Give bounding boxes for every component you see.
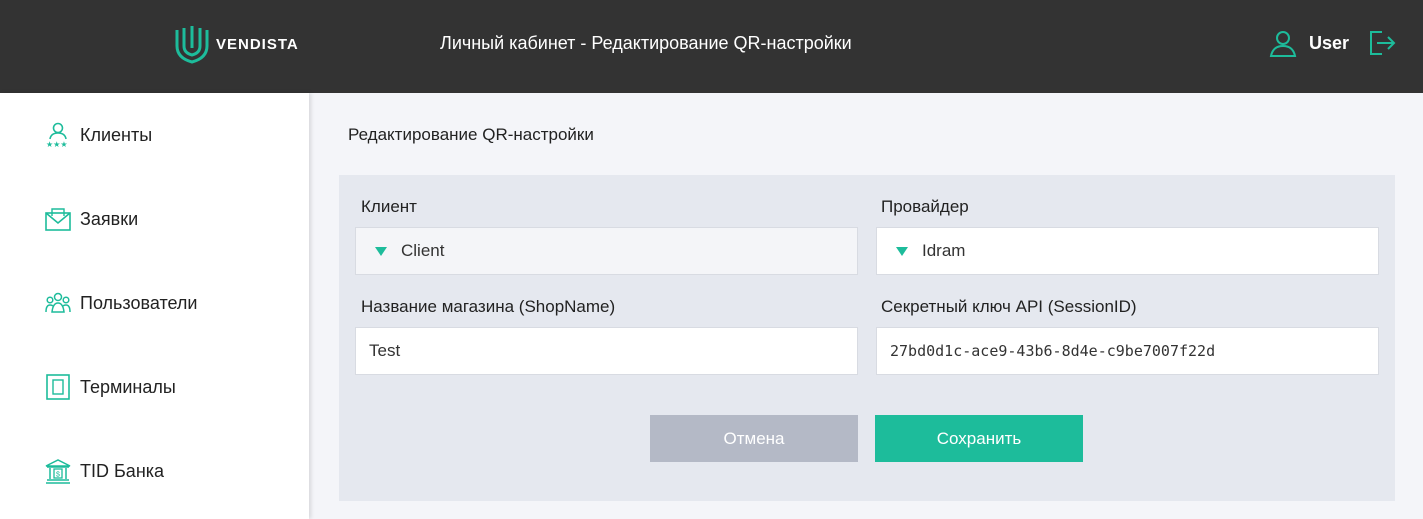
terminal-icon — [46, 374, 70, 400]
client-select-value: Client — [401, 241, 445, 260]
provider-select-value: Idram — [922, 241, 966, 260]
provider-label: Провайдер — [881, 197, 969, 216]
page-header-title: Личный кабинет - Редактирование QR-настр… — [440, 33, 852, 53]
dropdown-arrow-icon — [375, 246, 387, 256]
sidebar: ★★★ Клиенты Заявки Пользователи Терминал… — [0, 93, 309, 519]
user-name[interactable]: User — [1309, 33, 1349, 53]
form-panel: Клиент Client Провайдер Idram Название м… — [339, 175, 1395, 501]
secret-key-label: Секретный ключ API (SessionID) — [881, 297, 1137, 316]
user-icon[interactable] — [1269, 29, 1297, 57]
sidebar-item-bank-tid[interactable]: $ TID Банка — [0, 441, 309, 501]
shop-name-label: Название магазина (ShopName) — [361, 297, 616, 316]
sidebar-item-label: Заявки — [80, 209, 139, 229]
envelope-icon — [45, 208, 71, 231]
sidebar-item-terminals[interactable]: Терминалы — [0, 357, 309, 417]
bank-icon: $ — [45, 459, 71, 484]
provider-select[interactable]: Idram — [876, 227, 1379, 275]
top-header: VENDISTA Личный кабинет - Редактирование… — [0, 0, 1423, 93]
sidebar-item-clients[interactable]: ★★★ Клиенты — [0, 105, 309, 165]
save-button[interactable]: Сохранить — [875, 415, 1083, 462]
sidebar-item-users[interactable]: Пользователи — [0, 273, 309, 333]
svg-text:★★★: ★★★ — [46, 140, 68, 148]
sidebar-item-label: Терминалы — [80, 377, 176, 397]
secret-key-input[interactable]: 27bd0d1c-ace9-43b6-8d4e-c9be7007f22d — [876, 327, 1379, 375]
svg-text:$: $ — [56, 472, 60, 479]
sidebar-item-label: Пользователи — [80, 293, 198, 313]
sidebar-item-label: Клиенты — [80, 125, 153, 145]
client-select[interactable]: Client — [355, 227, 858, 275]
vendista-logo[interactable]: VENDISTA — [174, 24, 299, 64]
users-icon — [45, 292, 71, 313]
logout-icon[interactable] — [1368, 29, 1396, 57]
secret-key-value: 27bd0d1c-ace9-43b6-8d4e-c9be7007f22d — [890, 342, 1216, 360]
shop-name-value: Test — [369, 341, 401, 360]
clients-icon: ★★★ — [46, 122, 68, 148]
client-label: Клиент — [361, 197, 417, 216]
cancel-button[interactable]: Отмена — [650, 415, 858, 462]
shop-name-input[interactable]: Test — [355, 327, 858, 375]
logo-text: VENDISTA — [216, 35, 299, 53]
sidebar-item-label: TID Банка — [80, 461, 165, 481]
dropdown-arrow-icon — [896, 246, 908, 256]
sidebar-item-requests[interactable]: Заявки — [0, 189, 309, 249]
page-title: Редактирование QR-настройки — [348, 125, 594, 144]
vendista-logo-icon — [175, 26, 209, 64]
